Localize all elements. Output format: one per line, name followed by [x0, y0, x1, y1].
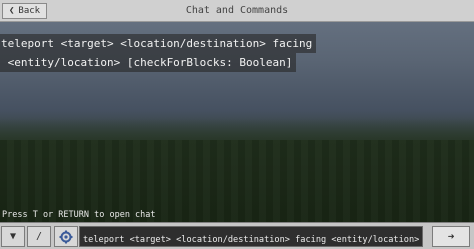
open-chat-hint: Press T or RETURN to open chat	[2, 210, 156, 220]
bottom-toolbar: ▼ / ➜	[0, 222, 474, 249]
chevron-down-icon: ▼	[9, 231, 17, 242]
chat-log: teleport <target> <location/destination>…	[0, 34, 317, 72]
top-bar: Chat and Commands ❮ Back	[0, 0, 474, 22]
send-button[interactable]: ➜	[432, 226, 470, 247]
chat-input[interactable]	[80, 230, 422, 246]
settings-button[interactable]	[54, 226, 78, 247]
send-arrow-icon: ➜	[447, 230, 455, 243]
chat-input-field[interactable]	[79, 226, 423, 247]
collapse-button[interactable]: ▼	[1, 226, 25, 247]
slash-label: /	[35, 231, 43, 242]
chat-line-2: <entity/location> [checkForBlocks: Boole…	[0, 53, 297, 72]
chat-line-1: teleport <target> <location/destination>…	[0, 34, 317, 53]
settings-gear-icon	[59, 230, 73, 243]
back-button[interactable]: ❮ Back	[2, 3, 48, 19]
left-chevron-icon: ❮	[9, 5, 15, 16]
page-title: Chat and Commands	[185, 5, 289, 16]
slash-command-button[interactable]: /	[27, 226, 51, 247]
back-label: Back	[18, 6, 41, 16]
game-screen: Chat and Commands ❮ Back teleport <targe…	[0, 0, 474, 249]
